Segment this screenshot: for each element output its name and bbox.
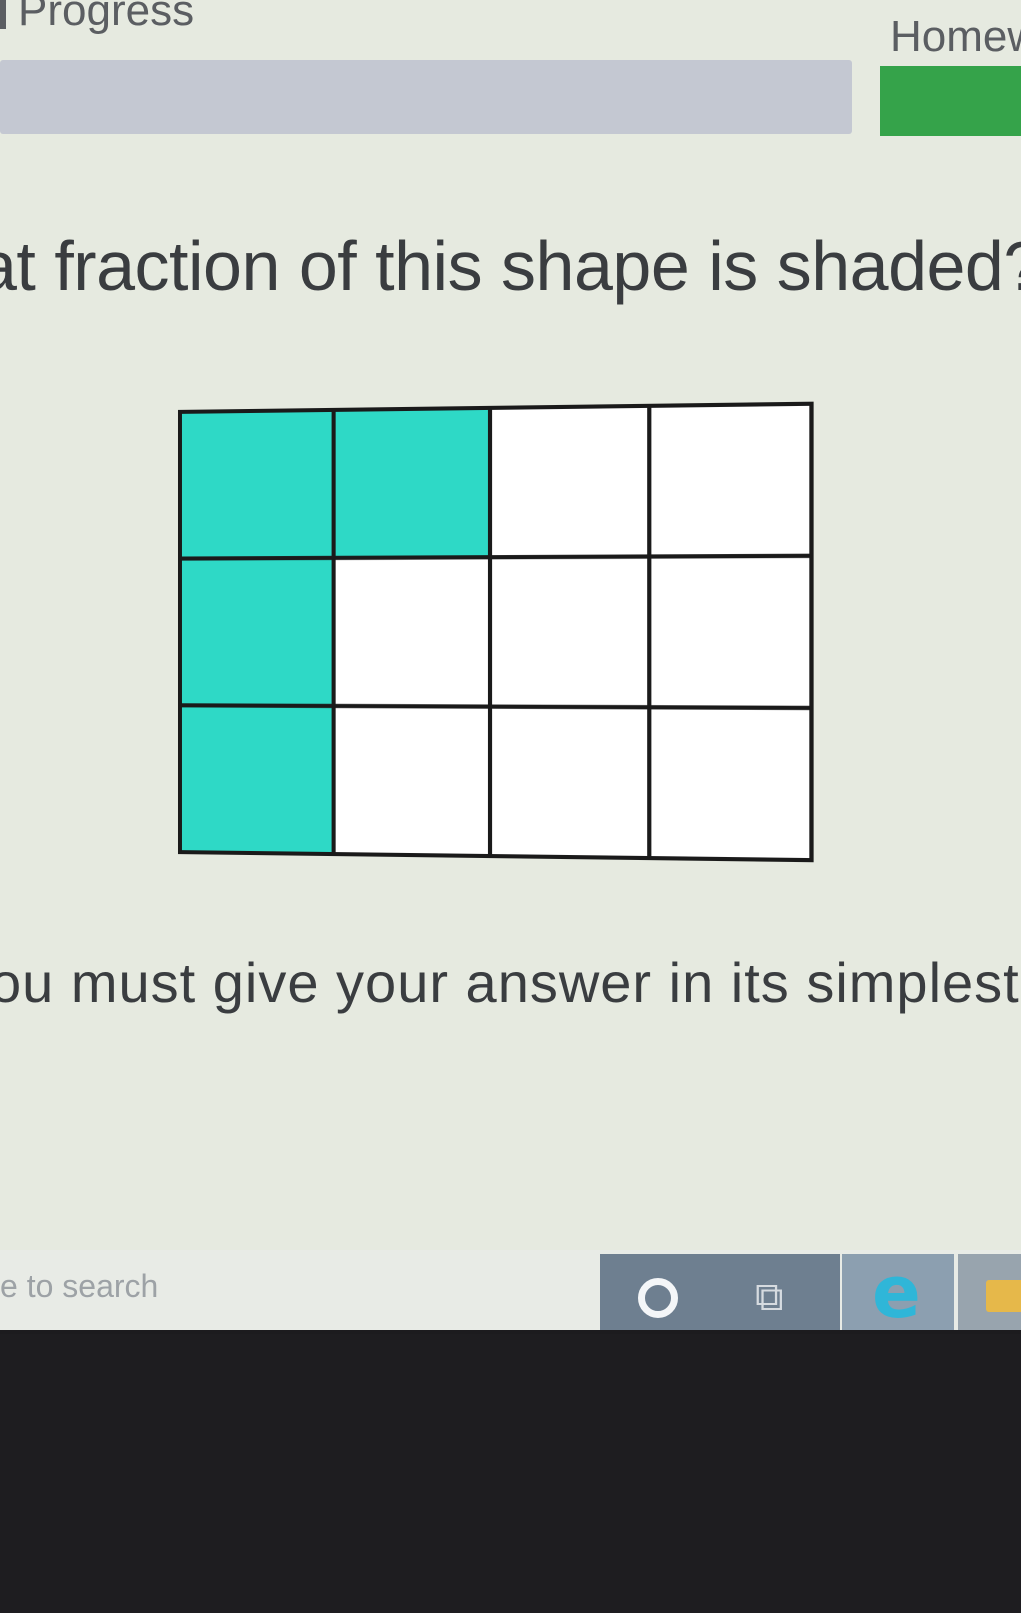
unshaded-cell [490,406,649,557]
unshaded-cell [334,706,490,856]
unshaded-cell [490,707,649,858]
file-explorer-icon[interactable] [986,1280,1021,1312]
unshaded-cell [490,557,649,708]
unshaded-cell [649,404,811,557]
taskbar-search-input[interactable]: e to search [0,1268,158,1305]
task-view-icon[interactable]: ⧉ [755,1274,784,1320]
homework-label[interactable]: Homew [890,12,1021,62]
fraction-grid-svg [172,395,820,871]
shaded-cell [180,705,334,854]
unshaded-cell [334,557,490,706]
shaded-cell [180,410,334,559]
progress-bar [0,60,852,134]
instruction-text: ou must give your answer in its simplest [0,951,1020,1014]
shaded-cell [334,408,490,558]
homework-bar[interactable] [880,66,1021,136]
shaded-cell [180,558,334,706]
progress-label: Progress [0,0,194,36]
browser-viewport: Progress Homew at fraction of this shape… [0,0,1021,1330]
question-text: at fraction of this shape is shaded? [0,227,1021,305]
edge-browser-icon[interactable]: e [872,1250,921,1330]
unshaded-cell [649,556,811,708]
cortana-icon[interactable] [638,1278,678,1318]
fraction-grid [172,395,820,871]
monitor-bezel [0,1334,1021,1613]
taskbar-pinned-area [600,1254,840,1330]
unshaded-cell [649,707,811,860]
